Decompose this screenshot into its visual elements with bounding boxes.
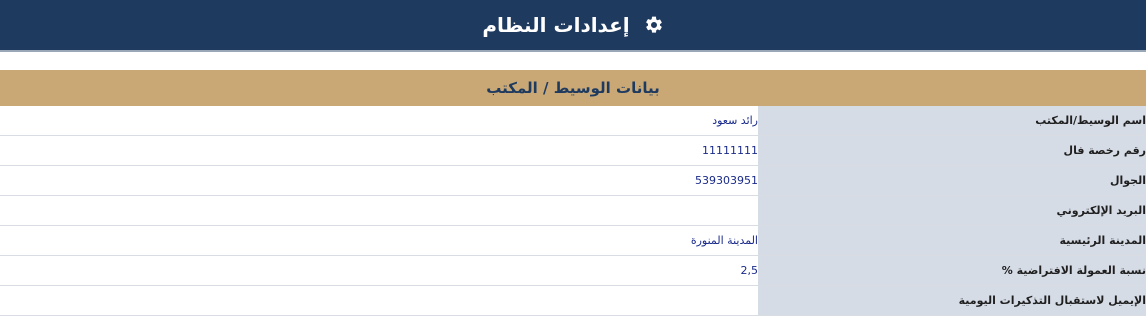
row-value-email	[0, 196, 758, 225]
gear-icon[interactable]	[644, 15, 664, 35]
table-row: البريد الإلكتروني	[0, 196, 1146, 226]
row-value-reminder-email	[0, 286, 758, 315]
row-value-commission-rate: 2,5	[740, 264, 759, 277]
page-title: إعدادات النظام	[482, 13, 630, 37]
row-label-license-number: رقم رخصة فال	[758, 136, 1146, 165]
section-title: بيانات الوسيط / المكتب	[486, 79, 660, 97]
table-row: نسبة العمولة الافتراضية % 2,5	[0, 256, 1146, 286]
section-header: بيانات الوسيط / المكتب	[0, 70, 1146, 106]
row-value-main-city: المدينة المنورة	[690, 234, 758, 247]
table-row: اسم الوسيط/المكتب رائد سعود	[0, 106, 1146, 136]
table-row: الإيميل لاستقبال التذكيرات اليومية	[0, 286, 1146, 316]
row-label-mobile: الجوال	[758, 166, 1146, 195]
header-title-group: إعدادات النظام	[0, 0, 1146, 50]
table-row: الجوال 539303951	[0, 166, 1146, 196]
row-label-commission-rate: نسبة العمولة الافتراضية %	[758, 256, 1146, 285]
table-row: رقم رخصة فال 11111111	[0, 136, 1146, 166]
row-label-broker-name: اسم الوسيط/المكتب	[758, 106, 1146, 135]
row-label-reminder-email: الإيميل لاستقبال التذكيرات اليومية	[758, 286, 1146, 315]
table-row: المدينة الرئيسية المدينة المنورة	[0, 226, 1146, 256]
row-value-mobile: 539303951	[695, 174, 758, 187]
row-label-email: البريد الإلكتروني	[758, 196, 1146, 225]
row-label-main-city: المدينة الرئيسية	[758, 226, 1146, 255]
row-value-license-number: 11111111	[702, 144, 758, 157]
row-value-broker-name: رائد سعود	[712, 114, 758, 127]
broker-info-table: اسم الوسيط/المكتب رائد سعود رقم رخصة فال…	[0, 106, 1146, 316]
page-header: إعدادات النظام	[0, 0, 1146, 52]
